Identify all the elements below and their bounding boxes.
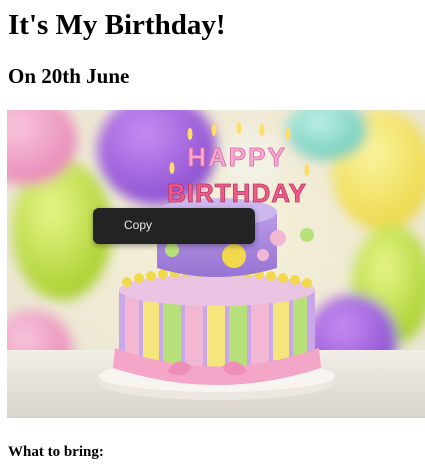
context-menu: Copy (93, 208, 255, 244)
birthday-cake-image[interactable]: HAPPY BIRTHDAY (7, 110, 425, 418)
candle-happy-text: HAPPY (187, 142, 287, 172)
context-menu-copy[interactable]: Copy (124, 218, 152, 232)
candle-birthday-text: BIRTHDAY (167, 178, 307, 208)
page-subtitle: On 20th June (8, 64, 130, 88)
page-title: It's My Birthday! (8, 9, 226, 41)
section-heading-what-to-bring: What to bring: (8, 444, 104, 460)
